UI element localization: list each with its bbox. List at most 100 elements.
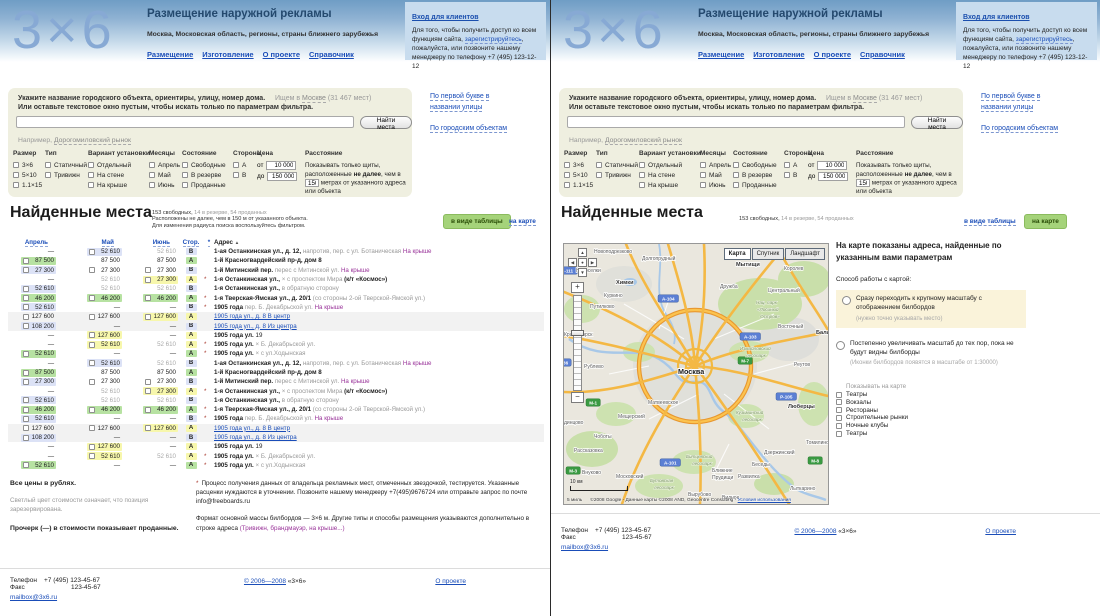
zoom-slider-handle[interactable] bbox=[571, 330, 584, 336]
checkbox-free[interactable] bbox=[733, 162, 739, 168]
month-checkbox[interactable] bbox=[145, 277, 151, 283]
view-map-link[interactable]: на карте bbox=[509, 218, 536, 226]
checkbox-april[interactable] bbox=[700, 162, 706, 168]
address-link[interactable]: 1905 года ул., д. 8 Из центра bbox=[214, 323, 297, 330]
checkbox-side-a[interactable] bbox=[233, 162, 239, 168]
map-mode-option-1[interactable]: Сразу переходить к крупному масштабу с о… bbox=[836, 290, 1026, 328]
distance-input[interactable] bbox=[856, 179, 870, 187]
checkbox-separate[interactable] bbox=[88, 162, 94, 168]
size-option-3x6[interactable]: 3×6 bbox=[13, 160, 42, 170]
month-checkbox[interactable] bbox=[145, 407, 151, 413]
about-project-link[interactable]: О проекте bbox=[985, 528, 1016, 535]
state-option-reserved[interactable]: В резерве bbox=[182, 170, 226, 180]
nav-placement[interactable]: Размещение bbox=[147, 50, 193, 59]
layer-item[interactable]: Театры bbox=[836, 430, 1088, 437]
layer-checkbox[interactable] bbox=[836, 392, 842, 398]
month-checkbox[interactable] bbox=[23, 435, 29, 441]
map-canvas[interactable]: А-104А-103Р-105А-101М-7М-1М-3М-8-11136Но… bbox=[564, 244, 828, 504]
checkbox-1-1x15[interactable] bbox=[13, 182, 19, 188]
zoom-track[interactable] bbox=[573, 295, 582, 391]
sort-star[interactable]: * bbox=[208, 239, 210, 247]
month-checkbox[interactable] bbox=[23, 323, 29, 329]
state-option-sold[interactable]: Проданные bbox=[182, 180, 226, 190]
month-option-may[interactable]: Май bbox=[700, 170, 731, 180]
find-places-button[interactable]: Найти места bbox=[911, 116, 963, 129]
sort-april[interactable]: Апрель bbox=[25, 239, 48, 247]
layer-item[interactable]: Строительные рынки bbox=[836, 414, 1088, 421]
month-checkbox[interactable] bbox=[89, 342, 95, 348]
checkbox-may[interactable] bbox=[149, 172, 155, 178]
search-input[interactable] bbox=[16, 116, 354, 128]
address-link[interactable]: 1905 года ул., д. 8 В центр bbox=[214, 313, 290, 320]
distance-input[interactable] bbox=[305, 179, 319, 187]
map-type-terrain[interactable]: Ландшафт bbox=[785, 248, 825, 260]
checkbox-reserved[interactable] bbox=[733, 172, 739, 178]
month-checkbox[interactable] bbox=[23, 416, 29, 422]
layer-item[interactable]: Вокзалы bbox=[836, 399, 1088, 406]
checkbox-side-a[interactable] bbox=[784, 162, 790, 168]
size-option-1-1x15[interactable]: 1.1×15 bbox=[13, 180, 42, 190]
size-option-1-1x15[interactable]: 1.1×15 bbox=[564, 180, 593, 190]
month-checkbox[interactable] bbox=[89, 267, 95, 273]
month-checkbox[interactable] bbox=[23, 314, 29, 320]
map[interactable]: А-104А-103Р-105А-101М-7М-1М-3М-8-11136Но… bbox=[563, 243, 829, 505]
month-checkbox[interactable] bbox=[145, 388, 151, 394]
mode2-radio[interactable] bbox=[836, 341, 845, 350]
map-type-satellite[interactable]: Спутник bbox=[752, 248, 785, 260]
month-checkbox[interactable] bbox=[89, 360, 95, 366]
nav-placement[interactable]: Размещение bbox=[698, 50, 744, 59]
month-checkbox[interactable] bbox=[145, 295, 151, 301]
nav-reference[interactable]: Справочник bbox=[860, 50, 905, 59]
month-checkbox[interactable] bbox=[23, 379, 29, 385]
address-link[interactable]: 1905 года ул., д. 8 Из центра bbox=[214, 434, 297, 441]
map-pan-control[interactable]: ▲ ◀ ● ▶ ▼ bbox=[568, 248, 598, 278]
price-from-input[interactable] bbox=[266, 161, 296, 170]
copyright-link[interactable]: © 2006—2008 bbox=[244, 578, 286, 585]
layer-checkbox[interactable] bbox=[836, 415, 842, 421]
checkbox-free[interactable] bbox=[182, 162, 188, 168]
type-option-static[interactable]: Статичный bbox=[596, 160, 638, 170]
month-checkbox[interactable] bbox=[89, 295, 95, 301]
month-checkbox[interactable] bbox=[23, 286, 29, 292]
checkbox-3x6[interactable] bbox=[13, 162, 19, 168]
month-checkbox[interactable] bbox=[23, 304, 29, 310]
install-option-separate[interactable]: Отдельный bbox=[639, 160, 701, 170]
price-from-input[interactable] bbox=[817, 161, 847, 170]
layer-checkbox[interactable] bbox=[836, 407, 842, 413]
pan-down-button[interactable]: ▼ bbox=[578, 268, 587, 277]
checkbox-reserved[interactable] bbox=[182, 172, 188, 178]
register-link[interactable]: зарегистрируйтесь bbox=[1016, 36, 1073, 44]
month-option-april[interactable]: Апрель bbox=[700, 160, 731, 170]
view-map-button-active[interactable]: на карте bbox=[1024, 214, 1067, 229]
month-checkbox[interactable] bbox=[89, 444, 95, 450]
month-checkbox[interactable] bbox=[89, 332, 95, 338]
map-mode-option-2[interactable]: Постепенно увеличивать масштаб до тех по… bbox=[836, 340, 1088, 368]
month-checkbox[interactable] bbox=[89, 379, 95, 385]
email-link[interactable]: mailbox@3x6.ru bbox=[10, 594, 57, 601]
sort-may[interactable]: Май bbox=[102, 239, 114, 247]
checkbox-side-b[interactable] bbox=[784, 172, 790, 178]
checkbox-may[interactable] bbox=[700, 172, 706, 178]
sort-june[interactable]: Июнь bbox=[153, 239, 170, 247]
month-checkbox[interactable] bbox=[89, 425, 95, 431]
state-option-reserved[interactable]: В резерве bbox=[733, 170, 777, 180]
month-checkbox[interactable] bbox=[23, 462, 29, 468]
month-checkbox[interactable] bbox=[23, 295, 29, 301]
view-table-link[interactable]: в виде таблицы bbox=[964, 218, 1016, 226]
price-to-input[interactable] bbox=[267, 172, 297, 181]
month-option-april[interactable]: Апрель bbox=[149, 160, 180, 170]
find-places-button[interactable]: Найти места bbox=[360, 116, 412, 129]
price-to-input[interactable] bbox=[818, 172, 848, 181]
month-checkbox[interactable] bbox=[23, 407, 29, 413]
map-terms-link[interactable]: Условия использования bbox=[738, 498, 791, 503]
checkbox-5x10[interactable] bbox=[13, 172, 19, 178]
install-option-wall[interactable]: На стене bbox=[88, 170, 150, 180]
layer-item[interactable]: Рестораны bbox=[836, 407, 1088, 414]
month-checkbox[interactable] bbox=[145, 267, 151, 273]
layer-item[interactable]: Театры bbox=[836, 391, 1088, 398]
register-link[interactable]: зарегистрируйтесь bbox=[465, 36, 522, 44]
month-checkbox[interactable] bbox=[23, 351, 29, 357]
size-option-5x10[interactable]: 5×10 bbox=[13, 170, 42, 180]
month-checkbox[interactable] bbox=[23, 397, 29, 403]
state-option-sold[interactable]: Проданные bbox=[733, 180, 777, 190]
